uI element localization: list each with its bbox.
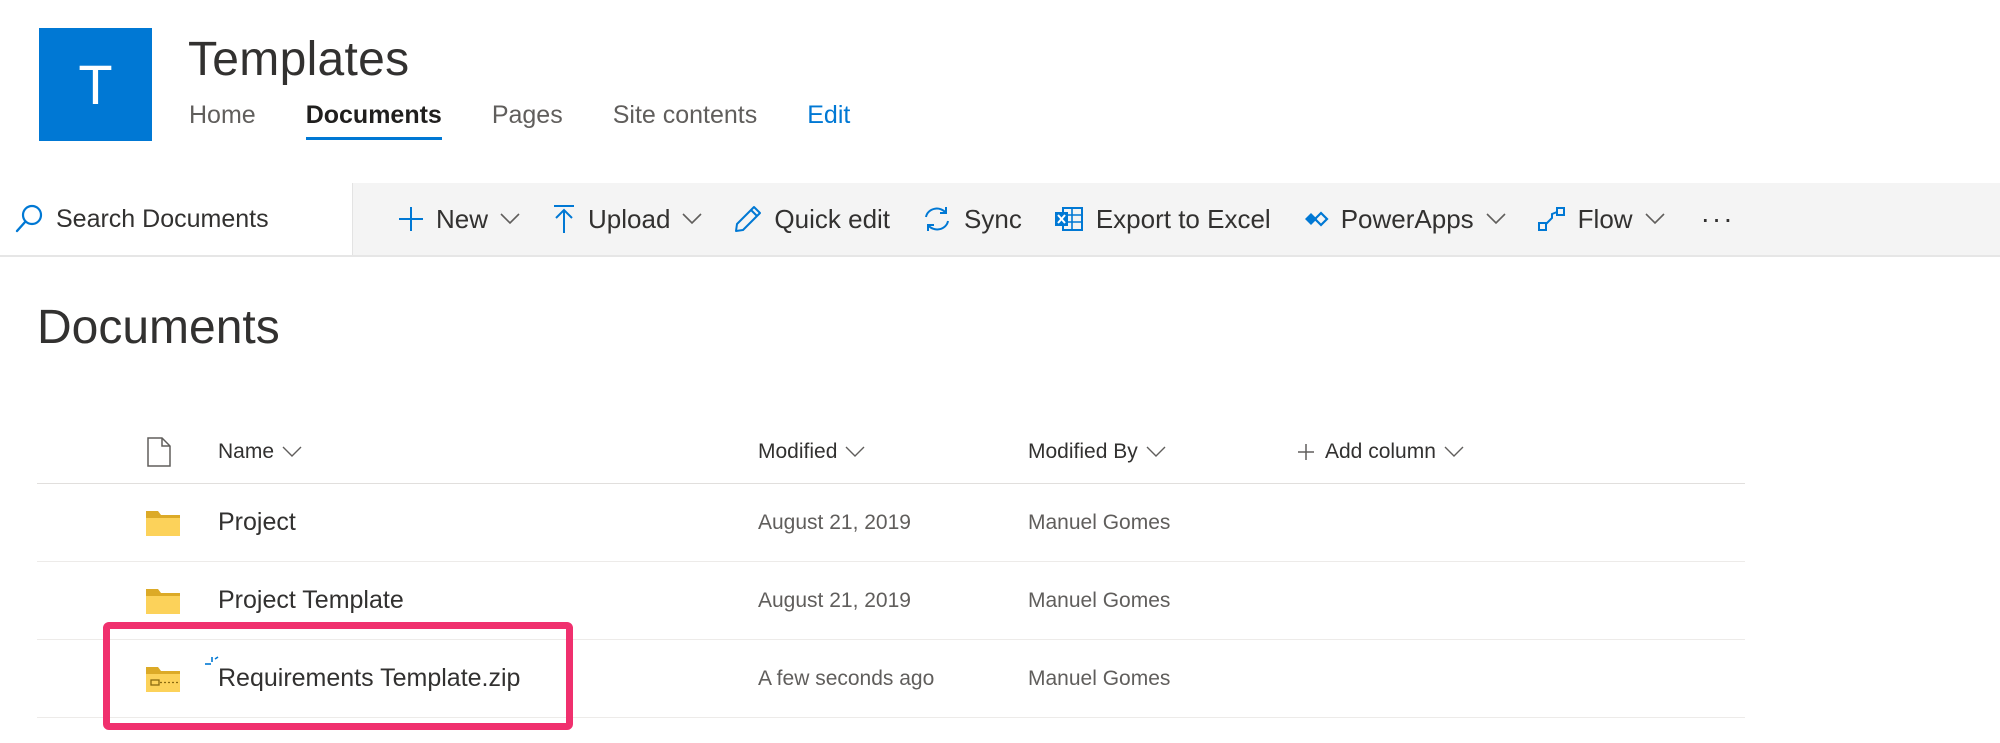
site-logo[interactable]: T [39,28,152,141]
column-header-modified[interactable]: Modified [758,420,865,483]
export-to-excel-button[interactable]: Export to Excel [1054,183,1271,255]
column-modified-by-label: Modified By [1028,439,1138,463]
add-column-button[interactable]: Add column [1297,420,1464,483]
list-header: Name Modified Modified By Add column [37,420,1745,484]
excel-icon [1054,205,1084,233]
nav-edit-link[interactable]: Edit [807,98,850,142]
chevron-down-icon [1486,213,1506,225]
site-nav: Home Documents Pages Site contents Edit [189,98,900,142]
powerapps-icon [1303,206,1329,232]
list-row-project[interactable]: Project August 21, 2019 Manuel Gomes [37,484,1745,562]
search-box[interactable] [0,183,353,255]
flow-button[interactable]: Flow [1537,183,1665,255]
folder-icon [145,484,181,561]
nav-home[interactable]: Home [189,98,256,142]
quick-edit-button[interactable]: Quick edit [734,183,890,255]
page-heading: Documents [37,301,280,354]
powerapps-button[interactable]: PowerApps [1303,183,1506,255]
chevron-down-icon [500,213,520,225]
sync-icon [922,205,952,233]
new-label: New [436,203,489,234]
site-title[interactable]: Templates [188,32,409,87]
nav-site-contents[interactable]: Site contents [613,98,758,142]
item-modified: A few seconds ago [758,666,935,690]
item-modified: August 21, 2019 [758,510,911,534]
item-modified-by[interactable]: Manuel Gomes [1028,484,1170,561]
column-modified-label: Modified [758,439,838,463]
chevron-down-icon [682,213,702,225]
chevron-down-icon [1146,446,1166,458]
item-modified-by[interactable]: Manuel Gomes [1028,562,1170,639]
export-label: Export to Excel [1095,203,1271,234]
column-header-modified-by[interactable]: Modified By [1028,420,1166,483]
plus-icon [1297,443,1315,461]
item-modified-by[interactable]: Manuel Gomes [1028,640,1170,717]
search-icon [15,204,43,233]
file-type-column-icon[interactable] [147,420,171,483]
chevron-down-icon [845,446,865,458]
chevron-down-icon [1444,446,1464,458]
column-name-label: Name [218,439,275,463]
upload-button[interactable]: Upload [552,183,702,255]
sync-button[interactable]: Sync [922,183,1022,255]
chevron-down-icon [282,446,302,458]
quick-edit-label: Quick edit [774,203,891,234]
item-modified: August 21, 2019 [758,588,911,612]
pencil-icon [734,205,762,233]
upload-label: Upload [588,203,671,234]
command-list: New Upload Quick edit Sync Export to Exc… [398,183,1735,255]
new-button[interactable]: New [398,183,520,255]
item-name[interactable]: Project [218,484,296,561]
chevron-down-icon [1645,213,1665,225]
plus-icon [398,206,424,232]
powerapps-label: PowerApps [1340,203,1474,234]
search-input[interactable] [54,203,338,235]
command-bar: New Upload Quick edit Sync [0,183,2000,257]
column-header-name[interactable]: Name [218,420,302,483]
nav-pages[interactable]: Pages [492,98,563,142]
add-column-label: Add column [1325,439,1436,463]
flow-icon [1537,206,1566,232]
sync-label: Sync [964,203,1022,234]
more-options-button[interactable]: ··· [1701,203,1735,235]
upload-icon [552,204,576,234]
flow-label: Flow [1577,203,1633,234]
nav-documents[interactable]: Documents [305,98,442,142]
highlight-box [103,622,573,730]
